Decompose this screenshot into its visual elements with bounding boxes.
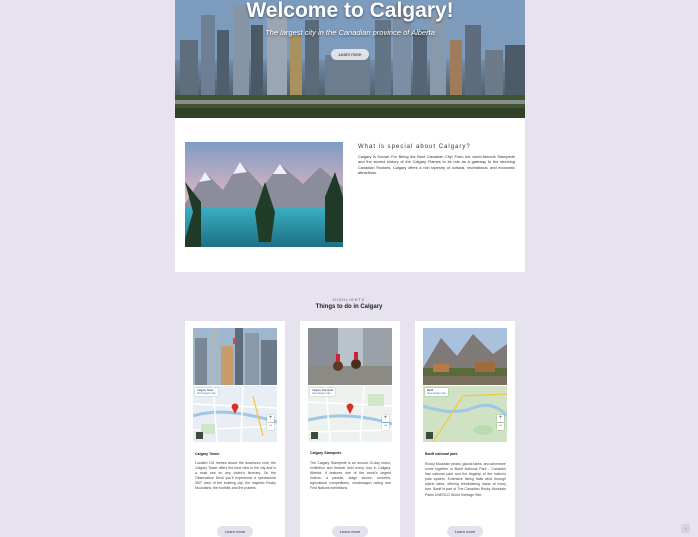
about-title: What is special about Calgary? bbox=[358, 144, 471, 150]
learn-more-button[interactable]: Learn more bbox=[447, 526, 483, 537]
map-thumbnail-icon[interactable] bbox=[426, 432, 433, 439]
banff-photo bbox=[423, 328, 507, 385]
card-title: Banff national park bbox=[425, 452, 458, 456]
learn-more-button[interactable]: Learn more bbox=[332, 526, 368, 537]
hero-title: Welcome to Calgary! bbox=[246, 0, 454, 22]
card-title: Calgary Stampede bbox=[310, 451, 342, 455]
card-banff-national-park: Banff View larger map + − Banff national… bbox=[415, 321, 515, 537]
map-place-card: Calgary Tower View larger map bbox=[195, 388, 218, 397]
zoom-in-button[interactable]: + bbox=[497, 415, 504, 422]
card-description: Located 191 metres above the downtown co… bbox=[195, 461, 276, 491]
card-calgary-stampede: Calgary Stampede View larger map + − Cal… bbox=[300, 321, 400, 537]
hero-banner: Welcome to Calgary! The largest city in … bbox=[175, 0, 525, 118]
about-section: What is special about Calgary? Calgary i… bbox=[175, 118, 525, 272]
highlights-title: Things to do in Calgary bbox=[315, 304, 383, 310]
map-thumbnail-icon[interactable] bbox=[196, 432, 203, 439]
zoom-out-button[interactable]: − bbox=[497, 423, 504, 430]
map-place-card: Calgary Stampede View larger map bbox=[310, 388, 336, 397]
card-description: The Calgary Stampede is an annual 10-day… bbox=[310, 461, 391, 491]
map-place-card: Banff View larger map bbox=[425, 388, 448, 397]
learn-more-button[interactable]: Learn more bbox=[217, 526, 253, 537]
about-text: Calgary is Known For Being the Best Cana… bbox=[358, 154, 515, 175]
view-larger-map-link[interactable]: View larger map bbox=[312, 392, 333, 395]
calgary-tower-map[interactable]: Calgary Tower View larger map + − bbox=[193, 386, 277, 442]
hero-learn-more-button[interactable]: Learn more bbox=[331, 49, 369, 60]
calgary-stampede-photo bbox=[308, 328, 392, 385]
card-description: Rocky Mountain peaks, glacial lakes, and… bbox=[425, 462, 506, 497]
zoom-out-button[interactable]: − bbox=[267, 423, 274, 430]
hero-subtitle: The largest city in the Canadian provinc… bbox=[265, 28, 435, 37]
calgary-stampede-map[interactable]: Calgary Stampede View larger map + − bbox=[308, 386, 392, 442]
zoom-out-button[interactable]: − bbox=[382, 423, 389, 430]
highlights-eyebrow: HIGHLIGHTS bbox=[333, 298, 365, 302]
scroll-to-top-button[interactable]: ↑ bbox=[681, 524, 690, 533]
view-larger-map-link[interactable]: View larger map bbox=[427, 392, 446, 395]
map-pin-icon bbox=[346, 403, 354, 414]
moraine-lake-image bbox=[185, 142, 343, 247]
banff-map[interactable]: Banff View larger map + − bbox=[423, 386, 507, 442]
calgary-tower-photo bbox=[193, 328, 277, 385]
zoom-in-button[interactable]: + bbox=[267, 415, 274, 422]
zoom-in-button[interactable]: + bbox=[382, 415, 389, 422]
card-title: Calgary Tower bbox=[195, 452, 220, 456]
map-pin-icon bbox=[231, 403, 239, 414]
map-thumbnail-icon[interactable] bbox=[311, 432, 318, 439]
view-larger-map-link[interactable]: View larger map bbox=[197, 392, 216, 395]
card-calgary-tower: Calgary Tower View larger map + − Calgar… bbox=[185, 321, 285, 537]
